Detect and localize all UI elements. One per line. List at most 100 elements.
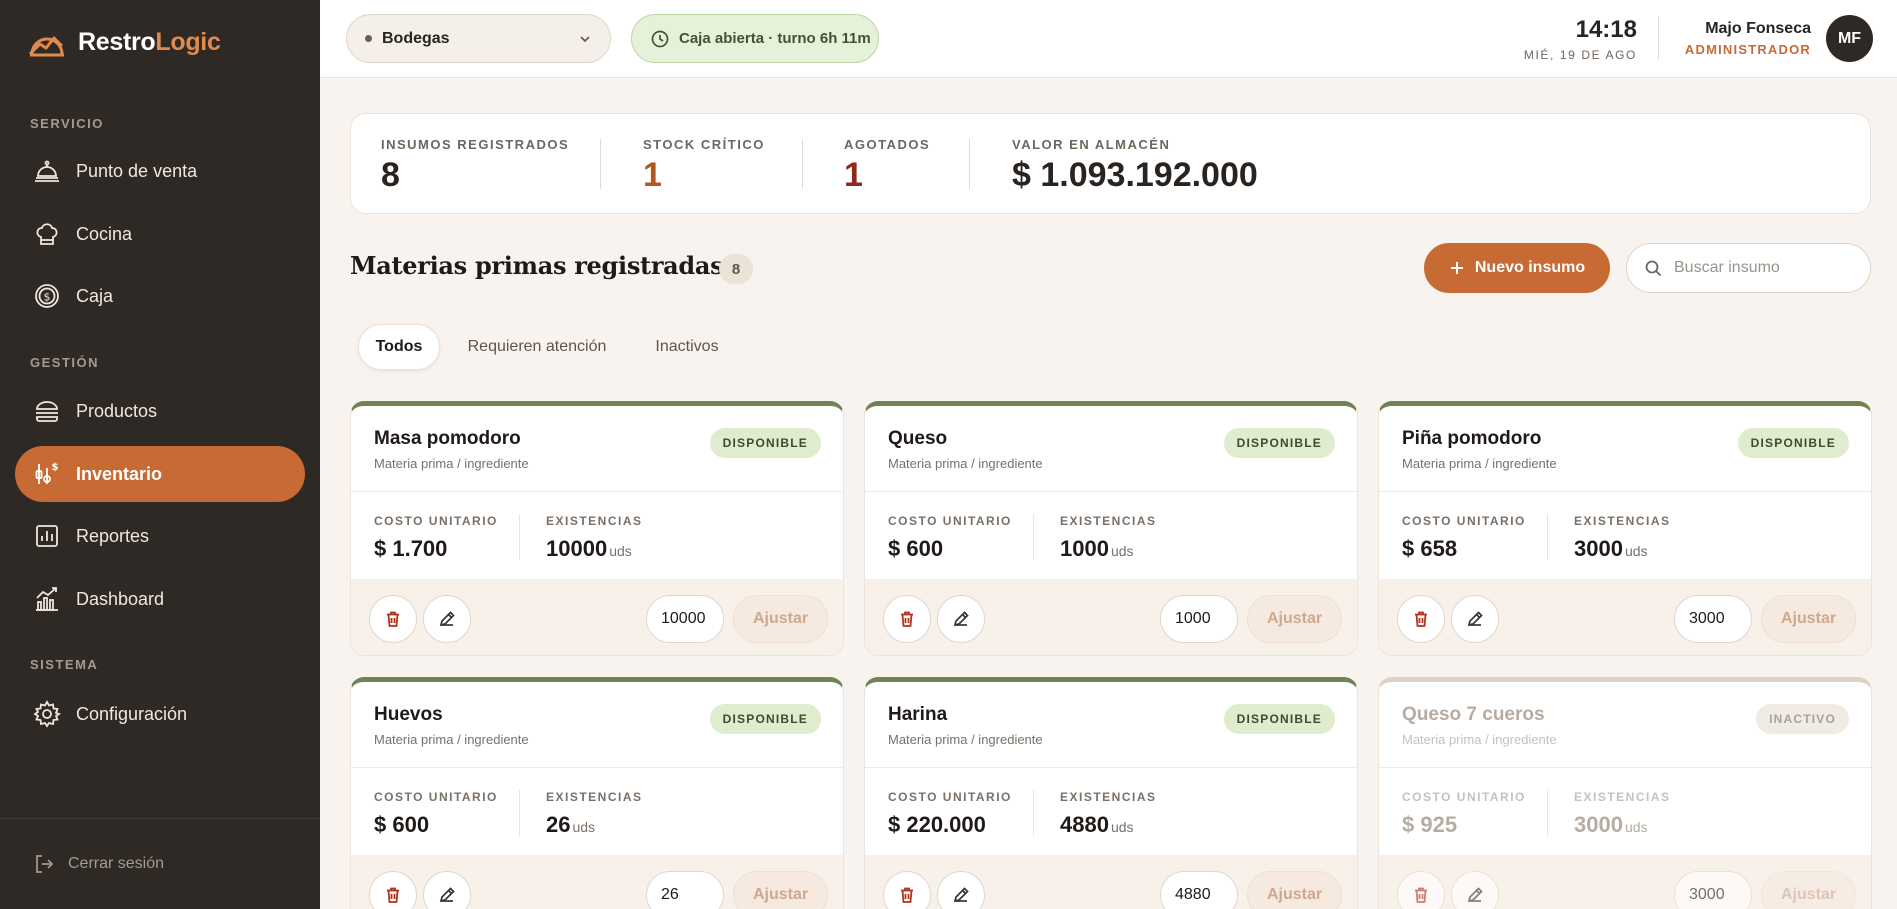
stock-unit: uds xyxy=(1624,819,1648,835)
stat-label: INSUMOS REGISTRADOS xyxy=(381,137,570,152)
sidebar-item-configuracion[interactable]: Configuración xyxy=(15,686,305,742)
sidebar-item-cocina[interactable]: Cocina xyxy=(15,206,305,262)
card-metrics: COSTO UNITARIO $ 1.700 EXISTENCIAS 10000… xyxy=(351,492,843,579)
tab-todos[interactable]: Todos xyxy=(358,324,440,370)
stat-insumos-registrados: INSUMOS REGISTRADOS 8 xyxy=(381,137,569,195)
card-name: Piña pomodoro xyxy=(1402,428,1542,449)
logout-label: Cerrar sesión xyxy=(68,855,165,872)
count-badge: 8 xyxy=(719,254,753,284)
edit-button[interactable] xyxy=(937,871,985,909)
delete-button[interactable] xyxy=(883,595,931,643)
status-badge: INACTIVO xyxy=(1756,704,1849,734)
stat-divider xyxy=(969,139,970,189)
delete-button[interactable] xyxy=(1397,871,1445,909)
card-metrics: COSTO UNITARIO $ 925 EXISTENCIAS 3000 uds xyxy=(1379,768,1871,855)
quantity-input[interactable] xyxy=(646,871,724,909)
adjust-button[interactable]: Ajustar xyxy=(733,595,828,643)
stock-value: 3000 uds xyxy=(1574,536,1648,562)
cash-status-pill[interactable]: Caja abierta · turno 6h 11m xyxy=(631,14,879,63)
trend-chart-icon xyxy=(36,587,58,611)
cost-value: $ 600 xyxy=(888,536,944,561)
adjust-button[interactable]: Ajustar xyxy=(1247,595,1342,643)
pencil-icon xyxy=(953,611,969,627)
delete-button[interactable] xyxy=(1397,595,1445,643)
logout-button[interactable]: Cerrar sesión xyxy=(0,818,320,909)
delete-button[interactable] xyxy=(369,595,417,643)
stat-value: 1 xyxy=(844,156,863,194)
edit-button[interactable] xyxy=(1451,595,1499,643)
svg-text:$: $ xyxy=(44,291,51,304)
cost-label: COSTO UNITARIO xyxy=(374,514,498,528)
sidebar-item-label: Inventario xyxy=(76,463,163,484)
stat-value: 1 xyxy=(643,156,662,194)
sidebar-item-punto-de-venta[interactable]: Punto de venta xyxy=(15,143,305,199)
adjust-button[interactable]: Ajustar xyxy=(1761,871,1856,909)
card-type: Materia prima / ingrediente xyxy=(1402,456,1557,471)
card-actions: Ajustar xyxy=(351,855,843,909)
delete-button[interactable] xyxy=(369,871,417,909)
metric-divider xyxy=(1547,790,1548,836)
sidebar: RestroLogic SERVICIO Punto de venta Coci… xyxy=(0,0,320,909)
stat-label: VALOR EN ALMACÉN xyxy=(1012,137,1171,152)
adjust-button[interactable]: Ajustar xyxy=(1247,871,1342,909)
new-insumo-button[interactable]: Nuevo insumo xyxy=(1424,243,1610,293)
edit-button[interactable] xyxy=(1451,871,1499,909)
svg-text:$: $ xyxy=(52,462,59,473)
adjust-button[interactable]: Ajustar xyxy=(1761,595,1856,643)
status-badge: DISPONIBLE xyxy=(709,428,821,458)
edit-button[interactable] xyxy=(423,871,471,909)
status-badge: DISPONIBLE xyxy=(709,704,821,734)
clock-time: 14:18 xyxy=(1575,16,1637,43)
delete-button[interactable] xyxy=(883,871,931,909)
stat-stock-critico: STOCK CRÍTICO 1 xyxy=(643,137,765,195)
search-box[interactable] xyxy=(1626,243,1871,293)
edit-button[interactable] xyxy=(423,595,471,643)
quantity-input[interactable] xyxy=(1160,871,1238,909)
metric-divider xyxy=(1547,514,1548,560)
stat-divider xyxy=(802,139,803,189)
cost-value: $ 600 xyxy=(374,812,430,837)
cost-label: COSTO UNITARIO xyxy=(888,790,1012,804)
sidebar-item-reportes[interactable]: Reportes xyxy=(15,508,305,564)
tab-inactivos[interactable]: Inactivos xyxy=(640,324,734,370)
brand[interactable]: RestroLogic xyxy=(28,26,221,58)
tab-requieren-atencion[interactable]: Requieren atención xyxy=(458,324,616,370)
sidebar-item-label: Configuración xyxy=(76,703,188,724)
cost-label: COSTO UNITARIO xyxy=(888,514,1012,528)
sidebar-item-caja[interactable]: $ Caja xyxy=(15,268,305,324)
stock-number: 10000 xyxy=(546,536,608,561)
sidebar-item-dashboard[interactable]: Dashboard xyxy=(15,571,305,627)
cost-label: COSTO UNITARIO xyxy=(1402,790,1526,804)
trash-icon xyxy=(387,611,399,627)
store-dot-icon xyxy=(365,35,372,42)
card-actions: Ajustar xyxy=(865,855,1357,909)
inventory-card: Harina Materia prima / ingrediente DISPO… xyxy=(864,677,1358,909)
metric-divider xyxy=(1033,790,1034,836)
edit-button[interactable] xyxy=(937,595,985,643)
quantity-input[interactable] xyxy=(1674,871,1752,909)
stat-agotados: AGOTADOS 1 xyxy=(844,137,930,195)
coin-icon: $ xyxy=(35,284,59,308)
quantity-input[interactable] xyxy=(1160,595,1238,643)
cost-value: $ 925 xyxy=(1402,812,1458,837)
quantity-input[interactable] xyxy=(646,595,724,643)
card-metrics: COSTO UNITARIO $ 220.000 EXISTENCIAS 488… xyxy=(865,768,1357,855)
cost-value: $ 658 xyxy=(1402,536,1458,561)
stock-unit: uds xyxy=(1110,819,1134,835)
quantity-input[interactable] xyxy=(1674,595,1752,643)
sidebar-item-productos[interactable]: Productos xyxy=(15,383,305,439)
avatar[interactable]: MF xyxy=(1826,15,1873,62)
cost-label: COSTO UNITARIO xyxy=(374,790,498,804)
stock-value: 3000 uds xyxy=(1574,812,1648,838)
pencil-icon xyxy=(439,611,455,627)
chef-hat-icon xyxy=(36,223,58,245)
adjust-button[interactable]: Ajustar xyxy=(733,871,828,909)
sidebar-item-inventario[interactable]: $ Inventario xyxy=(15,446,305,502)
search-input[interactable] xyxy=(1674,259,1854,277)
user-info[interactable]: Majo Fonseca ADMINISTRADOR xyxy=(1685,20,1811,57)
card-name: Huevos xyxy=(374,704,443,725)
brand-name: RestroLogic xyxy=(78,27,221,56)
card-actions: Ajustar xyxy=(1379,579,1871,655)
store-select[interactable]: Bodegas xyxy=(346,14,611,63)
inventory-card: Piña pomodoro Materia prima / ingredient… xyxy=(1378,401,1872,656)
